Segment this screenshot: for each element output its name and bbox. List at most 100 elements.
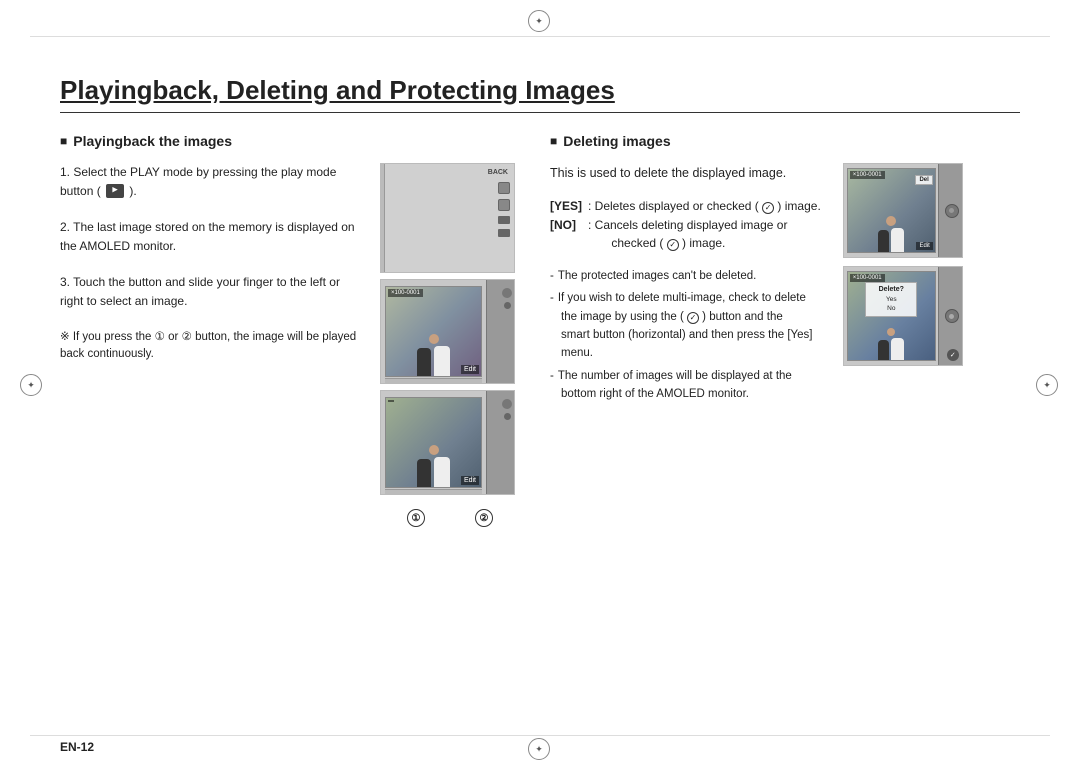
camera-left-edge: [381, 164, 385, 272]
camera-screen-2: ×100-0001 Edit: [385, 286, 482, 377]
page-container: Playingback, Deleting and Protecting Ima…: [0, 0, 1080, 772]
circle-2: ②: [475, 509, 493, 527]
cam-screen-right-1: ×100-0001 Del Edit: [847, 168, 936, 253]
cam-btn-1: [498, 182, 510, 194]
numbered-circles: ① ②: [380, 509, 520, 527]
camera-body-2: [486, 280, 514, 383]
camera-images-left: BACK: [380, 163, 520, 527]
steps-and-images: 1. Select the PLAY mode by pressing the …: [60, 163, 520, 527]
bullet-2: - If you wish to delete multi-image, che…: [550, 289, 821, 363]
delete-intro: This is used to delete the displayed ima…: [550, 163, 821, 183]
steps-text: 1. Select the PLAY mode by pressing the …: [60, 163, 364, 527]
step-1-text: 1. Select the PLAY mode by pressing the …: [60, 165, 336, 198]
nav-dial-2: [945, 309, 959, 323]
no-option: No: [872, 304, 910, 313]
dash-1: -: [550, 267, 554, 285]
delete-section-text: This is used to delete the displayed ima…: [550, 163, 821, 408]
note-text: ※ If you press the ① or ② button, the im…: [60, 329, 364, 364]
figures: [417, 346, 450, 376]
step-2-text: 2. The last image stored on the memory i…: [60, 220, 355, 253]
couple-display-2: Edit: [386, 398, 481, 487]
nav-dial-inner-2: [949, 314, 954, 319]
camera-screen-3: Edit: [385, 397, 482, 488]
head-2: [429, 445, 439, 455]
nav-dial-circle: [945, 204, 959, 218]
cam-right-btn-1: [502, 288, 512, 298]
groom-r2: [878, 340, 889, 360]
border-top: [30, 36, 1050, 37]
cam-right-btn-2: [504, 302, 511, 309]
figures-2: [417, 457, 450, 487]
two-column-layout: Playingback the images 1. Select the PLA…: [60, 133, 1020, 527]
file-label-2: [388, 400, 394, 402]
cam-btn-4: [498, 229, 510, 237]
yes-row: [YES] : Deletes displayed or checked ( ✓…: [550, 197, 821, 216]
figures-r2: [878, 338, 904, 360]
page-number: EN-12: [60, 740, 94, 754]
check-icon-yes: ✓: [762, 202, 774, 214]
no-key: [NO]: [550, 216, 588, 253]
cam-body-right-1: [938, 164, 962, 257]
camera-right-buttons-3: [502, 399, 512, 420]
bullets-section: - The protected images can't be deleted.…: [550, 267, 821, 404]
step-2: 2. The last image stored on the memory i…: [60, 218, 364, 255]
camera-image-1: BACK: [380, 163, 515, 273]
page-title: Playingback, Deleting and Protecting Ima…: [60, 75, 1020, 113]
delete-section-header: Deleting images: [550, 133, 1020, 149]
camera-image-2: ×100-0001 Edit: [380, 279, 515, 384]
cam-right-1: ×100-0001 Del Edit: [843, 163, 963, 258]
cam-right-2: ×100-0001 Delete? Yes No: [843, 266, 963, 366]
right-section-layout: This is used to delete the displayed ima…: [550, 163, 1020, 408]
step-1: 1. Select the PLAY mode by pressing the …: [60, 163, 364, 200]
head-r2: [887, 328, 895, 336]
playback-section-header: Playingback the images: [60, 133, 520, 149]
portrait-wrapper: [386, 287, 481, 376]
right-couple-display-1: ×100-0001 Del Edit: [848, 169, 935, 252]
edit-label-2: Edit: [461, 476, 479, 485]
check-icon-bullet: ✓: [687, 312, 699, 324]
check-icon-no: ✓: [667, 239, 679, 251]
head-r1: [886, 216, 896, 226]
camera-image-3: Edit: [380, 390, 515, 495]
yes-option: Yes: [872, 295, 910, 304]
figures-r1: [878, 228, 904, 252]
nav-dial: [945, 204, 959, 218]
compass-bottom-icon: [528, 738, 552, 762]
circle-1: ①: [407, 509, 425, 527]
compass-right-icon: [1036, 374, 1060, 398]
cam-right-btn-3: [502, 399, 512, 409]
no-row: [NO] : Cancels deleting displayed image …: [550, 216, 821, 253]
bullet-1-text: The protected images can't be deleted.: [558, 267, 756, 285]
bullet-2-text: If you wish to delete multi-image, check…: [558, 289, 813, 363]
nav-dial-circle-2: [945, 309, 959, 323]
step-3: 3. Touch the button and slide your finge…: [60, 273, 364, 310]
camera-body-3: [486, 391, 514, 494]
left-column: Playingback the images 1. Select the PLA…: [60, 133, 520, 527]
camera-right-buttons: [502, 288, 512, 309]
right-column: Deleting images This is used to delete t…: [550, 133, 1020, 527]
cam-right-btn-4: [504, 413, 511, 420]
file-label-1: ×100-0001: [388, 289, 423, 297]
bride-r1: [891, 228, 904, 252]
file-label-r1: ×100-0001: [850, 171, 885, 179]
right-cam-images: ×100-0001 Del Edit: [843, 163, 963, 366]
back-label: BACK: [488, 169, 508, 176]
bride-r2: [891, 338, 904, 360]
bullet-3-text: The number of images will be displayed a…: [558, 367, 792, 404]
yes-text: Deletes displayed or checked ( ✓ ) image…: [595, 197, 821, 216]
step-3-text: 3. Touch the button and slide your finge…: [60, 275, 340, 308]
play-mode-button-icon: [106, 184, 124, 198]
compass-top-icon: [528, 10, 552, 34]
compass-left-icon: [20, 374, 44, 398]
delete-overlay: Delete? Yes No: [865, 282, 917, 317]
bullet-3: - The number of images will be displayed…: [550, 367, 821, 404]
couple-display: ×100-0001 Edit: [386, 287, 481, 376]
scroll-bar-3: [385, 489, 482, 494]
camera-button-column: [498, 182, 510, 237]
dash-2: -: [550, 289, 554, 307]
nav-dial-inner: [949, 208, 954, 213]
cam-body-right-2: ✓: [938, 267, 962, 365]
delete-btn-overlay: Del: [915, 175, 932, 185]
file-label-r2: ×100-0001: [850, 274, 885, 282]
check-button: ✓: [947, 349, 959, 361]
